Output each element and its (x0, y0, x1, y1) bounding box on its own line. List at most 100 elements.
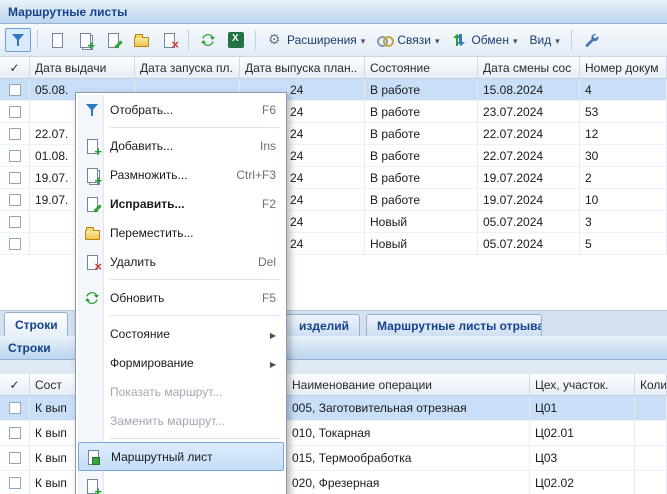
column-header-issue-date[interactable]: Дата выдачи (30, 57, 135, 78)
tab-rows[interactable]: Строки (4, 312, 68, 336)
links-dropdown[interactable]: Связи (372, 28, 444, 52)
menu-item-filter[interactable]: Отобрать... F6 (78, 95, 284, 124)
column-header-release-date[interactable]: Дата выпуска план.. (240, 57, 365, 78)
exchange-icon (451, 32, 467, 48)
row-checkbox[interactable] (9, 106, 21, 118)
menu-item-label: Размножить... (110, 168, 188, 182)
refresh-icon (200, 32, 216, 48)
menu-item-label: Переместить... (110, 226, 194, 240)
cell-doc-number: 5 (580, 233, 667, 254)
copy-document-icon (84, 167, 100, 183)
column-header-state-change-date[interactable]: Дата смены сос (478, 57, 580, 78)
cell-workshop: Ц01 (530, 396, 635, 420)
menu-item-move[interactable]: Переместить... (78, 218, 284, 247)
menu-item-edit[interactable]: Исправить... F2 (78, 189, 284, 218)
column-header-check[interactable]: ✓ (0, 374, 30, 395)
gear-icon (267, 32, 283, 48)
row-checkbox[interactable] (9, 402, 21, 414)
row-checkbox[interactable] (9, 150, 21, 162)
copy-document-icon (77, 32, 93, 48)
menu-item-label: Состояние (110, 327, 170, 341)
column-header-check[interactable]: ✓ (0, 57, 30, 78)
add-button[interactable] (44, 28, 70, 52)
cell-state: В работе (365, 145, 478, 166)
column-header-operation[interactable]: Наименование операции (287, 374, 530, 395)
menu-separator (110, 127, 280, 128)
excel-icon (228, 32, 244, 48)
refresh-button[interactable] (195, 28, 221, 52)
excel-export-button[interactable] (223, 28, 249, 52)
column-header-launch-date[interactable]: Дата запуска пл. (135, 57, 240, 78)
row-checkbox[interactable] (9, 477, 21, 489)
context-menu: Отобрать... F6 Добавить... Ins Размножит… (75, 92, 287, 494)
menu-shortcut: Ins (248, 139, 276, 153)
row-checkbox[interactable] (9, 238, 21, 250)
menu-shortcut: Del (246, 255, 276, 269)
menu-separator (110, 438, 280, 439)
chevron-down-icon (361, 33, 366, 47)
cell-state-change-date: 22.07.2024 (478, 123, 580, 144)
cell-quantity (635, 471, 667, 494)
chevron-right-icon (270, 327, 276, 341)
exchange-dropdown[interactable]: Обмен (446, 28, 522, 52)
filter-icon (84, 102, 100, 118)
menu-item-refresh[interactable]: Обновить F5 (78, 283, 284, 312)
cell-state: В работе (365, 101, 478, 122)
menu-item-formation[interactable]: Формирование (78, 348, 284, 377)
row-checkbox[interactable] (9, 216, 21, 228)
menu-item-partial[interactable] (78, 471, 284, 494)
cell-doc-number: 12 (580, 123, 667, 144)
row-checkbox[interactable] (9, 452, 21, 464)
column-header-doc-number[interactable]: Номер докум (580, 57, 667, 78)
menu-item-replace-route: Заменить маршрут... (78, 406, 284, 435)
cell-state-change-date: 05.07.2024 (478, 233, 580, 254)
menu-shortcut: Ctrl+F3 (224, 168, 276, 182)
tab-route-sheets-tearoff[interactable]: Маршрутные листы отрыва (366, 314, 542, 336)
extensions-dropdown[interactable]: Расширения (262, 28, 370, 52)
cell-state: В работе (365, 123, 478, 144)
menu-item-duplicate[interactable]: Размножить... Ctrl+F3 (78, 160, 284, 189)
move-button[interactable] (128, 28, 154, 52)
menu-item-state[interactable]: Состояние (78, 319, 284, 348)
toolbar-separator (571, 30, 572, 50)
row-checkbox[interactable] (9, 427, 21, 439)
column-header-state[interactable]: Состояние (365, 57, 478, 78)
menu-separator (110, 315, 280, 316)
column-header-workshop[interactable]: Цех, участок. (530, 374, 635, 395)
menu-item-route-sheet[interactable]: Маршрутный лист (78, 442, 284, 471)
row-checkbox[interactable] (9, 84, 21, 96)
cell-workshop: Ц03 (530, 446, 635, 470)
settings-wrench-button[interactable] (578, 28, 604, 52)
cell-quantity (635, 396, 667, 420)
delete-button[interactable] (156, 28, 182, 52)
cell-state-change-date: 15.08.2024 (478, 79, 580, 100)
edit-button[interactable] (100, 28, 126, 52)
cell-doc-number: 3 (580, 211, 667, 232)
copy-button[interactable] (72, 28, 98, 52)
main-table-header: ✓ Дата выдачи Дата запуска пл. Дата выпу… (0, 57, 667, 79)
row-checkbox[interactable] (9, 128, 21, 140)
cell-doc-number: 2 (580, 167, 667, 188)
add-document-icon (84, 138, 100, 154)
cell-quantity (635, 446, 667, 470)
cell-state-change-date: 19.07.2024 (478, 189, 580, 210)
exchange-label: Обмен (471, 33, 509, 47)
row-checkbox[interactable] (9, 194, 21, 206)
cell-quantity (635, 421, 667, 445)
cell-state-change-date: 19.07.2024 (478, 167, 580, 188)
main-toolbar: Расширения Связи Обмен Вид (0, 24, 667, 57)
cell-doc-number: 10 (580, 189, 667, 210)
add-document-icon (49, 32, 65, 48)
menu-item-add[interactable]: Добавить... Ins (78, 131, 284, 160)
column-header-quantity[interactable]: Колич (635, 374, 667, 395)
view-dropdown[interactable]: Вид (525, 28, 565, 52)
cell-workshop: Ц02.01 (530, 421, 635, 445)
filter-button[interactable] (5, 28, 31, 52)
cell-state: В работе (365, 189, 478, 210)
cell-state: В работе (365, 79, 478, 100)
cell-state-change-date: 22.07.2024 (478, 145, 580, 166)
menu-item-label: Добавить... (110, 139, 173, 153)
menu-item-delete[interactable]: Удалить Del (78, 247, 284, 276)
row-checkbox[interactable] (9, 172, 21, 184)
menu-separator (110, 279, 280, 280)
